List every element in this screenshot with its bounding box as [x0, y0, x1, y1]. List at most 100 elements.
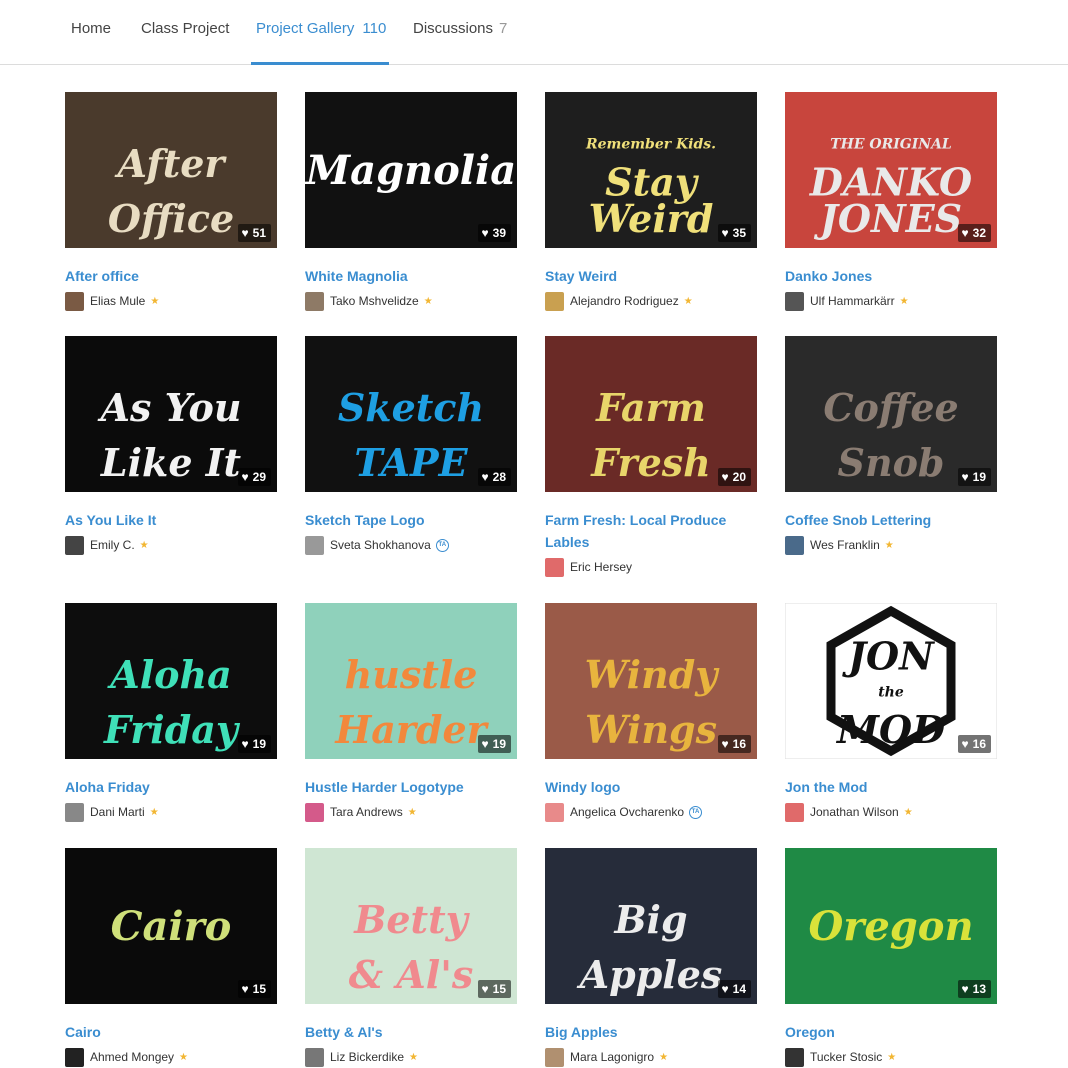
tab-class-project[interactable]: Class Project [141, 20, 229, 37]
project-thumbnail[interactable]: Big Apples ♥ 14 [545, 848, 757, 1004]
project-title-link[interactable]: Danko Jones [785, 265, 997, 287]
active-tab-indicator [251, 62, 389, 65]
avatar[interactable] [785, 802, 804, 822]
project-title-link[interactable]: Windy logo [545, 776, 757, 798]
project-thumbnail[interactable]: Cairo ♥ 15 [65, 848, 277, 1004]
avatar[interactable] [545, 1047, 564, 1067]
project-title-link[interactable]: After office [65, 265, 277, 287]
thumbnail-lettering: Apples [577, 952, 723, 997]
tab-home[interactable]: Home [71, 20, 111, 37]
project-thumbnail[interactable]: Oregon ♥ 13 [785, 848, 997, 1004]
author-name-link[interactable]: Tucker Stosic [810, 1050, 882, 1064]
author-name-link[interactable]: Emily C. [90, 538, 135, 552]
project-thumbnail[interactable]: Windy Wings ♥ 16 [545, 603, 757, 759]
likes-count: 39 [492, 226, 506, 240]
project-title-link[interactable]: Farm Fresh: Local Produce Lables [545, 509, 757, 553]
project-card: Oregon ♥ 13 Oregon Tucker Stosic ★ [785, 848, 997, 1067]
heart-icon: ♥ [961, 226, 969, 240]
likes-badge: ♥ 19 [477, 735, 511, 753]
avatar[interactable] [545, 802, 564, 822]
avatar[interactable] [65, 535, 84, 555]
project-title-link[interactable]: Hustle Harder Logotype [305, 776, 517, 798]
avatar[interactable] [785, 291, 804, 311]
author-name-link[interactable]: Ulf Hammarkärr [810, 294, 895, 308]
project-thumbnail[interactable]: Aloha Friday ♥ 19 [65, 603, 277, 759]
project-thumbnail[interactable]: Remember Kids. Stay Weird ♥ 35 [545, 92, 757, 248]
project-thumbnail[interactable]: Magnolia ♥ 39 [305, 92, 517, 248]
author-name-link[interactable]: Dani Marti [90, 805, 145, 819]
author-name-link[interactable]: Ahmed Mongey [90, 1050, 174, 1064]
project-title-link[interactable]: Cairo [65, 1021, 277, 1043]
likes-badge: ♥ 19 [957, 468, 991, 486]
star-icon: ★ [149, 806, 159, 818]
author-name-link[interactable]: Sveta Shokhanova [330, 538, 431, 552]
project-thumbnail[interactable]: Farm Fresh ♥ 20 [545, 336, 757, 492]
likes-count: 16 [972, 737, 986, 751]
project-title-link[interactable]: Coffee Snob Lettering [785, 509, 997, 531]
project-thumbnail[interactable]: THE ORIGINAL DANKO JONES ♥ 32 [785, 92, 997, 248]
project-title-link[interactable]: Jon the Mod [785, 776, 997, 798]
thumbnail-lettering: Coffee [823, 385, 958, 430]
author-name-link[interactable]: Wes Franklin [810, 538, 880, 552]
thumbnail-lettering: Harder [334, 707, 489, 752]
author-name-link[interactable]: Tako Mshvelidze [330, 294, 419, 308]
project-thumbnail[interactable]: As You Like It ♥ 29 [65, 336, 277, 492]
project-title-link[interactable]: Aloha Friday [65, 776, 277, 798]
avatar[interactable] [305, 535, 324, 555]
project-title-link[interactable]: White Magnolia [305, 265, 517, 287]
project-thumbnail[interactable]: Coffee Snob ♥ 19 [785, 336, 997, 492]
star-icon: ★ [903, 806, 913, 818]
avatar[interactable] [305, 1047, 324, 1067]
project-card: After Office ♥ 51 After office Elias Mule ★ [65, 92, 277, 311]
avatar[interactable] [65, 802, 84, 822]
project-thumbnail[interactable]: After Office ♥ 51 [65, 92, 277, 248]
project-thumbnail[interactable]: Betty & Al's ♥ 15 [305, 848, 517, 1004]
likes-count: 35 [732, 226, 746, 240]
avatar[interactable] [545, 557, 564, 577]
avatar[interactable] [65, 1047, 84, 1067]
thumbnail-lettering: MOD [835, 707, 945, 752]
tab-discussions[interactable]: Discussions 7 [413, 20, 507, 37]
likes-badge: ♥ 13 [957, 980, 991, 998]
likes-badge: ♥ 51 [237, 224, 271, 242]
project-title-link[interactable]: Big Apples [545, 1021, 757, 1043]
project-thumbnail[interactable]: Sketch TAPE ♥ 28 [305, 336, 517, 492]
project-title-link[interactable]: Oregon [785, 1021, 997, 1043]
author-name-link[interactable]: Jonathan Wilson [810, 805, 899, 819]
author-name-link[interactable]: Liz Bickerdike [330, 1050, 404, 1064]
thumbnail-lettering: Sketch [338, 385, 484, 430]
project-title-link[interactable]: Sketch Tape Logo [305, 509, 517, 531]
avatar[interactable] [65, 291, 84, 311]
tab-project-gallery[interactable]: Project Gallery 110 [256, 20, 386, 37]
likes-badge: ♥ 28 [477, 468, 511, 486]
avatar[interactable] [545, 291, 564, 311]
project-thumbnail[interactable]: hustle Harder ♥ 19 [305, 603, 517, 759]
thumbnail-lettering: JON [842, 634, 935, 679]
avatar[interactable] [305, 291, 324, 311]
project-card: Remember Kids. Stay Weird ♥ 35 Stay Weird Alej… [545, 92, 757, 311]
project-thumbnail[interactable]: JON the MOD ♥ 16 [785, 603, 997, 759]
project-title-link[interactable]: Betty & Al's [305, 1021, 517, 1043]
heart-icon: ♥ [241, 982, 249, 996]
avatar[interactable] [785, 535, 804, 555]
thumbnail-lettering: hustle [345, 652, 478, 697]
project-title-link[interactable]: As You Like It [65, 509, 277, 531]
likes-badge: ♥ 32 [957, 224, 991, 242]
author-name-link[interactable]: Mara Lagonigro [570, 1050, 654, 1064]
thumbnail-lettering: Wings [585, 707, 717, 752]
author-name-link[interactable]: Tara Andrews [330, 805, 403, 819]
tab-discussions-label: Discussions [413, 20, 494, 37]
likes-badge: ♥ 15 [237, 980, 271, 998]
author-name-link[interactable]: Angelica Ovcharenko [570, 805, 684, 819]
avatar[interactable] [785, 1047, 804, 1067]
author-name-link[interactable]: Alejandro Rodriguez [570, 294, 679, 308]
avatar[interactable] [305, 802, 324, 822]
likes-badge: ♥ 15 [477, 980, 511, 998]
thumbnail-lettering: Fresh [590, 440, 711, 485]
project-author: Jonathan Wilson ★ [785, 802, 997, 822]
project-title-link[interactable]: Stay Weird [545, 265, 757, 287]
thumbnail-lettering: After [115, 141, 228, 186]
star-icon: ★ [139, 539, 149, 551]
author-name-link[interactable]: Eric Hersey [570, 560, 632, 574]
author-name-link[interactable]: Elias Mule [90, 294, 145, 308]
